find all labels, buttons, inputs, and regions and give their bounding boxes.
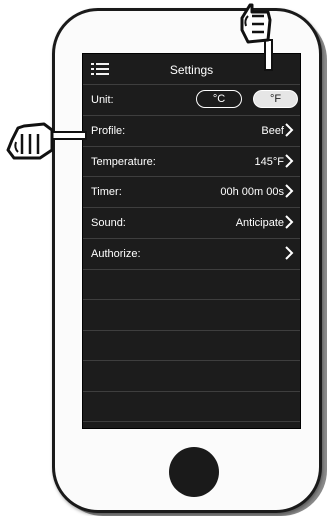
temperature-value: 145°F — [254, 156, 284, 168]
empty-row — [83, 421, 300, 428]
unit-label: Unit: — [91, 94, 114, 106]
celsius-toggle[interactable]: °C — [196, 90, 242, 108]
authorize-label: Authorize: — [91, 248, 141, 260]
temperature-label: Temperature: — [91, 156, 156, 168]
authorize-row[interactable]: Authorize: — [83, 238, 300, 268]
temperature-row[interactable]: Temperature: 145°F — [83, 146, 300, 176]
empty-row — [83, 360, 300, 390]
profile-value: Beef — [261, 125, 284, 137]
empty-row — [83, 299, 300, 329]
sound-value: Anticipate — [235, 217, 284, 229]
home-button[interactable] — [169, 447, 219, 497]
empty-row — [83, 330, 300, 360]
unit-row: Unit: °C °F — [83, 84, 300, 114]
chevron-right-icon — [285, 154, 294, 168]
sound-label: Sound: — [91, 217, 126, 229]
chevron-right-icon — [285, 184, 294, 198]
timer-label: Timer: — [91, 186, 122, 198]
empty-row — [83, 269, 300, 299]
timer-value: 00h 00m 00s — [220, 186, 284, 198]
fahrenheit-toggle[interactable]: °F — [253, 90, 298, 108]
empty-row — [83, 391, 300, 421]
profile-row[interactable]: Profile: Beef — [83, 115, 300, 145]
pointing-hand-icon — [240, 3, 273, 71]
chevron-right-icon — [285, 246, 294, 260]
app-screen: Settings Unit: °C °F Profile: Beef Tempe… — [82, 53, 301, 429]
chevron-right-icon — [285, 215, 294, 229]
sound-row[interactable]: Sound: Anticipate — [83, 207, 300, 237]
chevron-right-icon — [285, 123, 294, 137]
profile-label: Profile: — [91, 125, 126, 137]
pointing-hand-icon — [6, 122, 87, 160]
timer-row[interactable]: Timer: 00h 00m 00s — [83, 176, 300, 206]
